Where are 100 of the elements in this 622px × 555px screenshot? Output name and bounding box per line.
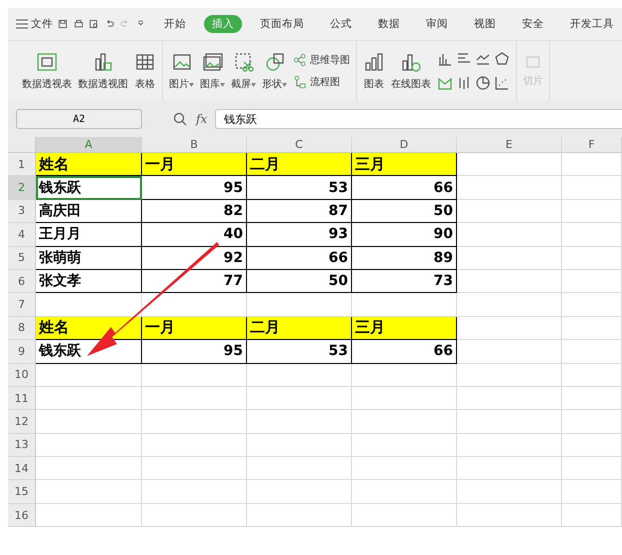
row-header[interactable]: 4: [8, 223, 36, 247]
caret-icon: [220, 83, 225, 87]
row-header[interactable]: 11: [8, 386, 36, 410]
table-cell: 73: [352, 270, 457, 294]
shapes-icon: [264, 51, 286, 73]
ribbon-button[interactable]: 图片: [169, 51, 194, 91]
table-cell: [562, 223, 622, 247]
formula-field[interactable]: 钱东跃: [215, 109, 622, 129]
pivot-table-icon: [36, 51, 58, 73]
table-cell: [562, 153, 622, 176]
function-icon[interactable]: fx: [196, 112, 208, 126]
ribbon-button[interactable]: 在线图表: [391, 51, 431, 91]
table-cell: [562, 316, 622, 340]
row-header[interactable]: 5: [8, 246, 36, 270]
table-cell: 89: [352, 246, 457, 270]
table-cell: 95: [142, 340, 247, 364]
table-cell: 40: [142, 223, 247, 247]
row-header[interactable]: 3: [8, 200, 36, 224]
zoom-icon[interactable]: [172, 111, 188, 127]
row-header[interactable]: 10: [8, 364, 36, 387]
table-cell: [562, 176, 622, 200]
row-header[interactable]: 16: [8, 504, 36, 528]
table-cell: [562, 364, 622, 387]
ribbon-button[interactable]: 图表: [363, 51, 385, 91]
ribbon-tab[interactable]: 审阅: [418, 15, 456, 33]
ribbon-button[interactable]: 数据透视表: [22, 51, 72, 91]
row-header[interactable]: 7: [8, 293, 36, 317]
ribbon-tab[interactable]: 数据: [370, 15, 408, 33]
table-cell: 张萌萌: [36, 246, 142, 270]
column-header[interactable]: F: [562, 137, 622, 153]
file-menu[interactable]: 文件: [16, 17, 53, 31]
table-cell: [562, 270, 622, 294]
column-header[interactable]: B: [142, 137, 247, 153]
column-header[interactable]: D: [352, 137, 457, 153]
table-cell: 钱东跃: [36, 340, 142, 364]
ribbon-button[interactable]: 图库: [200, 51, 225, 91]
ribbon-tab[interactable]: 开发工具: [562, 15, 622, 33]
table-cell: [562, 457, 622, 480]
ribbon-button[interactable]: 数据透视图: [78, 51, 128, 91]
flowchart-icon: [293, 75, 307, 89]
ribbon-tab[interactable]: 安全: [514, 15, 552, 33]
table-cell: 一月: [142, 316, 247, 340]
table-cell: 钱东跃: [36, 176, 142, 200]
table-cell: [562, 293, 622, 317]
bar-chart-icon: [363, 51, 385, 73]
column-header[interactable]: E: [457, 137, 562, 153]
table-cell: 50: [247, 270, 352, 294]
name-box[interactable]: A2: [16, 109, 142, 129]
table-cell: [562, 386, 622, 410]
table-cell: [562, 340, 622, 364]
table-cell: 77: [142, 270, 247, 294]
column-header[interactable]: C: [247, 137, 352, 153]
ribbon-button[interactable]: 思维导图: [293, 53, 350, 67]
table-cell: 二月: [247, 153, 352, 176]
pie-chart-icon[interactable]: [475, 75, 491, 91]
ribbon-tab[interactable]: 视图: [466, 15, 504, 33]
table-cell: 90: [352, 223, 457, 247]
caret-icon: [282, 83, 287, 87]
table-cell: 张文孝: [36, 270, 142, 294]
table-cell: [562, 434, 622, 458]
table-cell: 王月月: [36, 223, 142, 247]
table-cell: 93: [247, 223, 352, 247]
ribbon-button[interactable]: 截屏: [231, 51, 256, 91]
table-cell: 66: [352, 340, 457, 364]
row-header[interactable]: 6: [8, 270, 36, 294]
table-cell: 95: [142, 176, 247, 200]
row-header[interactable]: 12: [8, 410, 36, 434]
table-cell: 高庆田: [36, 200, 142, 224]
mind-map-icon: [293, 53, 307, 67]
table-cell: 姓名: [36, 153, 142, 176]
table-cell: 66: [247, 246, 352, 270]
gallery-icon: [202, 51, 224, 73]
ribbon-button[interactable]: 表格: [134, 51, 156, 91]
table-cell: 姓名: [36, 316, 142, 340]
ribbon-tab[interactable]: 开始: [156, 15, 194, 33]
column-chart-icon[interactable]: [437, 51, 453, 67]
table-cell: 66: [352, 176, 457, 200]
table-cell: [562, 246, 622, 270]
table-cell: 二月: [247, 316, 352, 340]
ribbon-button[interactable]: 形状: [262, 51, 287, 91]
menu-icon: [16, 19, 28, 29]
table-cell: [562, 504, 622, 528]
row-header[interactable]: 15: [8, 480, 36, 504]
caret-icon: [189, 83, 194, 87]
table-cell: 三月: [352, 316, 457, 340]
ribbon-button[interactable]: 流程图: [293, 75, 350, 89]
radar-chart-icon[interactable]: [494, 51, 510, 67]
scissors-icon: [232, 51, 254, 73]
ribbon-tab[interactable]: 公式: [322, 15, 360, 33]
row-header[interactable]: 14: [8, 457, 36, 480]
table-cell: [562, 410, 622, 434]
table-cell: 87: [247, 200, 352, 224]
row-header[interactable]: 1: [8, 153, 36, 176]
ribbon-tab[interactable]: 页面布局: [252, 15, 312, 33]
scatter-chart-icon[interactable]: [494, 75, 510, 91]
table-cell: [562, 200, 622, 224]
row-header[interactable]: 13: [8, 434, 36, 458]
caret-icon: [251, 83, 256, 87]
row-header[interactable]: 9: [8, 340, 36, 364]
row-header[interactable]: 8: [8, 316, 36, 340]
